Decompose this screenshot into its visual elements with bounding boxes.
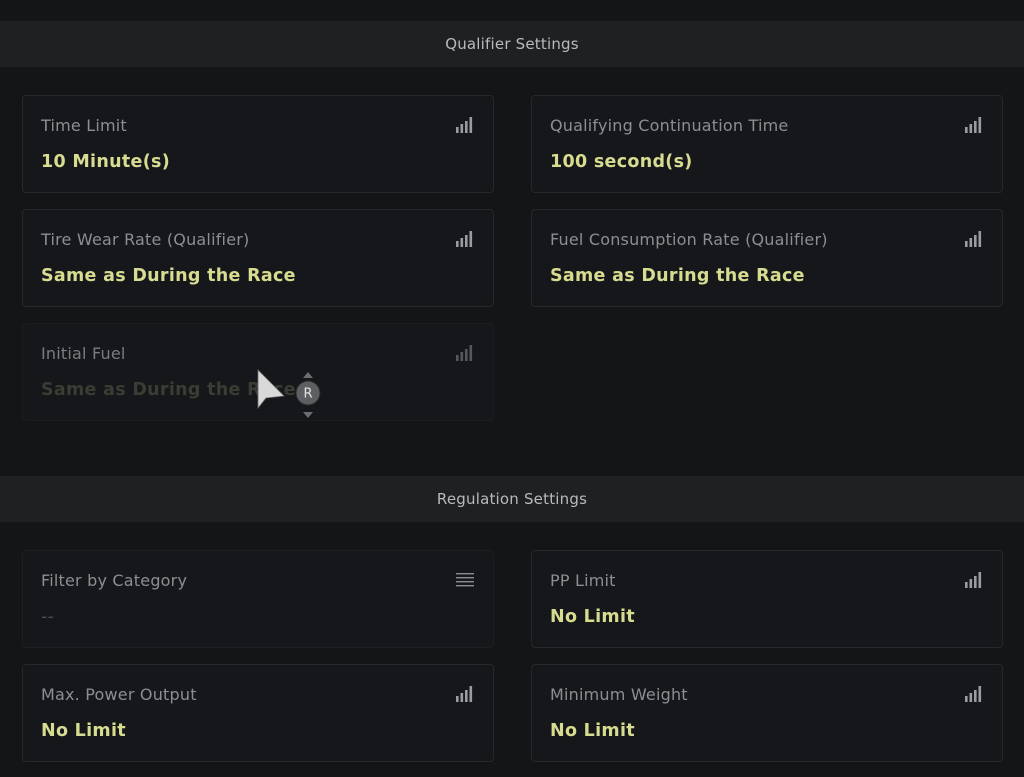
max-power-output-setting[interactable]: Max. Power Output No Limit — [22, 664, 494, 762]
setting-label: Initial Fuel — [41, 344, 126, 363]
regulation-settings-header: Regulation Settings — [0, 476, 1024, 522]
time-limit-setting[interactable]: Time Limit 10 Minute(s) — [22, 95, 494, 193]
settings-page: Qualifier Settings Time Limit 10 Minute(… — [0, 0, 1024, 777]
setting-value: 100 second(s) — [550, 152, 693, 172]
regulation-settings-title: Regulation Settings — [436, 490, 588, 508]
signal-bars-icon — [965, 686, 982, 702]
setting-value: Same as During the Race — [41, 266, 296, 286]
filter-by-category-setting[interactable]: Filter by Category -- — [22, 550, 494, 648]
tire-wear-rate-qualifier-setting[interactable]: Tire Wear Rate (Qualifier) Same as Durin… — [22, 209, 494, 307]
setting-label: PP Limit — [550, 571, 616, 590]
setting-label: Qualifying Continuation Time — [550, 116, 789, 135]
signal-bars-icon — [965, 117, 982, 133]
setting-value: No Limit — [550, 607, 635, 627]
setting-value: Same as During the Race — [550, 266, 805, 286]
signal-bars-icon — [965, 572, 982, 588]
setting-label: Filter by Category — [41, 571, 188, 590]
signal-bars-icon — [456, 231, 473, 247]
pp-limit-setting[interactable]: PP Limit No Limit — [531, 550, 1003, 648]
pointer-cursor: R — [256, 368, 326, 422]
signal-bars-icon — [456, 686, 473, 702]
setting-value: No Limit — [550, 721, 635, 741]
pointer-cursor-icon: R — [257, 369, 321, 418]
setting-value: -- — [41, 607, 55, 627]
setting-label: Max. Power Output — [41, 685, 197, 704]
setting-label: Tire Wear Rate (Qualifier) — [41, 230, 250, 249]
qualifying-continuation-time-setting[interactable]: Qualifying Continuation Time 100 second(… — [531, 95, 1003, 193]
setting-label: Time Limit — [41, 116, 127, 135]
setting-value: No Limit — [41, 721, 126, 741]
signal-bars-icon — [456, 117, 473, 133]
signal-bars-icon — [456, 345, 473, 361]
qualifier-settings-title: Qualifier Settings — [445, 35, 579, 53]
cursor-badge-label: R — [303, 387, 312, 402]
fuel-consumption-rate-qualifier-setting[interactable]: Fuel Consumption Rate (Qualifier) Same a… — [531, 209, 1003, 307]
setting-label: Fuel Consumption Rate (Qualifier) — [550, 230, 828, 249]
list-icon — [456, 573, 474, 587]
qualifier-settings-header: Qualifier Settings — [0, 21, 1024, 67]
setting-label: Minimum Weight — [550, 685, 688, 704]
setting-value: 10 Minute(s) — [41, 152, 171, 172]
signal-bars-icon — [965, 231, 982, 247]
minimum-weight-setting[interactable]: Minimum Weight No Limit — [531, 664, 1003, 762]
